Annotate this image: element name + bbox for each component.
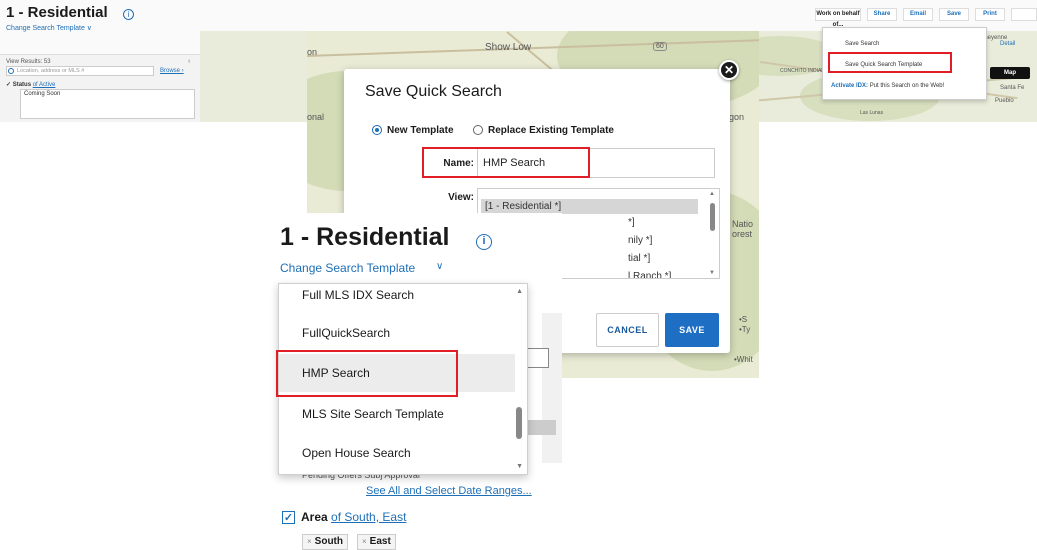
map-label: •S •Ty	[739, 315, 751, 334]
template-option[interactable]: FullQuickSearch	[279, 314, 515, 352]
scrollbar-thumb[interactable]	[516, 407, 522, 439]
bg-change-template-link[interactable]: Change Search Template ∨	[6, 24, 92, 32]
panel-edge	[542, 313, 562, 463]
radio-replace-template-label[interactable]: Replace Existing Template	[488, 125, 614, 136]
area-chip[interactable]: × East	[357, 534, 396, 550]
remove-chip-icon[interactable]: ×	[362, 537, 367, 546]
page-title: 1 - Residential	[280, 223, 450, 251]
menu-item-activate-idx[interactable]: Activate IDX: Put this Search on the Web…	[831, 83, 944, 89]
scroll-up-icon[interactable]: ▲	[709, 191, 715, 197]
screenshot-stage: 1 - Residential i Change Search Template…	[0, 0, 1037, 550]
activate-idx-text: Put this Search on the Web!	[869, 83, 945, 89]
save-dropdown-menu: Save Search Save Quick Search Template A…	[822, 27, 987, 100]
highlight-box	[276, 350, 458, 397]
scrollbar-thumb[interactable]	[710, 203, 715, 231]
activate-idx-label: Activate IDX:	[831, 83, 869, 89]
area-filter[interactable]: Area of South, East	[301, 510, 406, 524]
map-view-button[interactable]: Map	[990, 67, 1030, 79]
view-option[interactable]: *]	[628, 217, 635, 228]
cancel-button[interactable]: CANCEL	[596, 313, 659, 347]
bg-location-search-input[interactable]: Location, address or MLS #	[6, 66, 154, 76]
bg-status-link[interactable]: of Active	[33, 82, 56, 88]
see-all-date-ranges-link[interactable]: See All and Select Date Ranges...	[366, 485, 532, 497]
view-option[interactable]: [1 - Residential *]	[481, 199, 698, 214]
print-button[interactable]: Print	[975, 8, 1005, 21]
scroll-down-icon[interactable]: ▼	[516, 463, 523, 470]
menu-item-save-quick-template[interactable]: Save Quick Search Template	[845, 62, 922, 68]
route-shield: 60	[653, 42, 667, 51]
chip-label: South	[314, 536, 343, 547]
bg-status-option[interactable]: Coming Soon	[24, 91, 60, 97]
bg-status-filter[interactable]: ✓ Status of Active	[6, 81, 55, 88]
email-button[interactable]: Email	[903, 8, 933, 21]
template-option[interactable]: Open House Search	[279, 434, 515, 472]
scroll-up-icon[interactable]: ▲	[516, 288, 523, 295]
view-option[interactable]: nily *]	[628, 235, 652, 246]
map-label: on	[307, 47, 318, 57]
bg-info-icon[interactable]: i	[123, 9, 134, 20]
map-label: •Whit	[734, 355, 753, 364]
area-checkbox[interactable]: ✓	[282, 511, 295, 524]
view-option[interactable]: tial *]	[628, 253, 650, 264]
dialog-title: Save Quick Search	[365, 83, 502, 100]
bg-browse-link[interactable]: Browse ›	[160, 68, 184, 74]
map-label: Natio orest	[732, 219, 754, 239]
bg-view-results[interactable]: View Results: 53	[6, 59, 51, 65]
bg-status-list[interactable]: Coming Soon	[20, 89, 195, 119]
chip-label: East	[369, 536, 391, 547]
menu-item-save-search[interactable]: Save Search	[845, 41, 879, 47]
info-icon[interactable]: i	[476, 234, 492, 250]
view-option[interactable]: l Ranch *]	[628, 271, 671, 278]
bg-map-label: Santa Fe	[1000, 85, 1025, 91]
radio-new-template-label[interactable]: New Template	[387, 125, 454, 136]
template-option[interactable]: MLS Site Search Template	[279, 395, 515, 433]
bg-page-title: 1 - Residential	[6, 4, 108, 21]
radio-selected-dot	[375, 128, 379, 132]
bg-search-panel: View Results: 53 ‹ Location, address or …	[0, 54, 200, 122]
work-on-behalf-button[interactable]: Work on behalf of...	[815, 8, 861, 28]
chevron-down-icon[interactable]: ∨	[436, 261, 443, 272]
save-menu-button[interactable]: Save	[939, 8, 969, 21]
bg-map-label: Pueblo	[995, 98, 1014, 104]
template-option[interactable]: Full MLS IDX Search	[279, 284, 515, 314]
scroll-down-icon[interactable]: ▼	[709, 270, 715, 276]
more-button[interactable]	[1011, 8, 1037, 21]
bg-status-label: ✓ Status	[6, 82, 32, 88]
chevron-left-icon[interactable]: ‹	[188, 58, 190, 65]
area-label: Area	[301, 510, 328, 524]
area-link[interactable]: of South, East	[331, 510, 406, 524]
save-button[interactable]: SAVE	[665, 313, 719, 347]
map-label: Show Low	[485, 42, 532, 53]
bg-map-label: Las Lunas	[860, 110, 884, 116]
search-icon	[8, 68, 14, 74]
close-icon[interactable]: ✕	[719, 60, 739, 80]
view-field-label: View:	[448, 192, 474, 203]
share-button[interactable]: Share	[867, 8, 897, 21]
search-criteria-section: Pending Offers Subj Approval See All and…	[264, 463, 562, 550]
radio-new-template[interactable]	[372, 125, 382, 135]
map-label: onal	[307, 112, 325, 122]
change-search-template-link[interactable]: Change Search Template	[280, 261, 415, 275]
bg-toolbar: Work on behalf of... Share Email Save Pr…	[815, 8, 1037, 28]
tab-detail[interactable]: Detail	[1000, 41, 1015, 47]
radio-replace-template[interactable]	[473, 125, 483, 135]
remove-chip-icon[interactable]: ×	[307, 537, 312, 546]
highlight-box	[422, 147, 590, 178]
area-chip[interactable]: × South	[302, 534, 348, 550]
map-label: gon	[729, 112, 745, 122]
